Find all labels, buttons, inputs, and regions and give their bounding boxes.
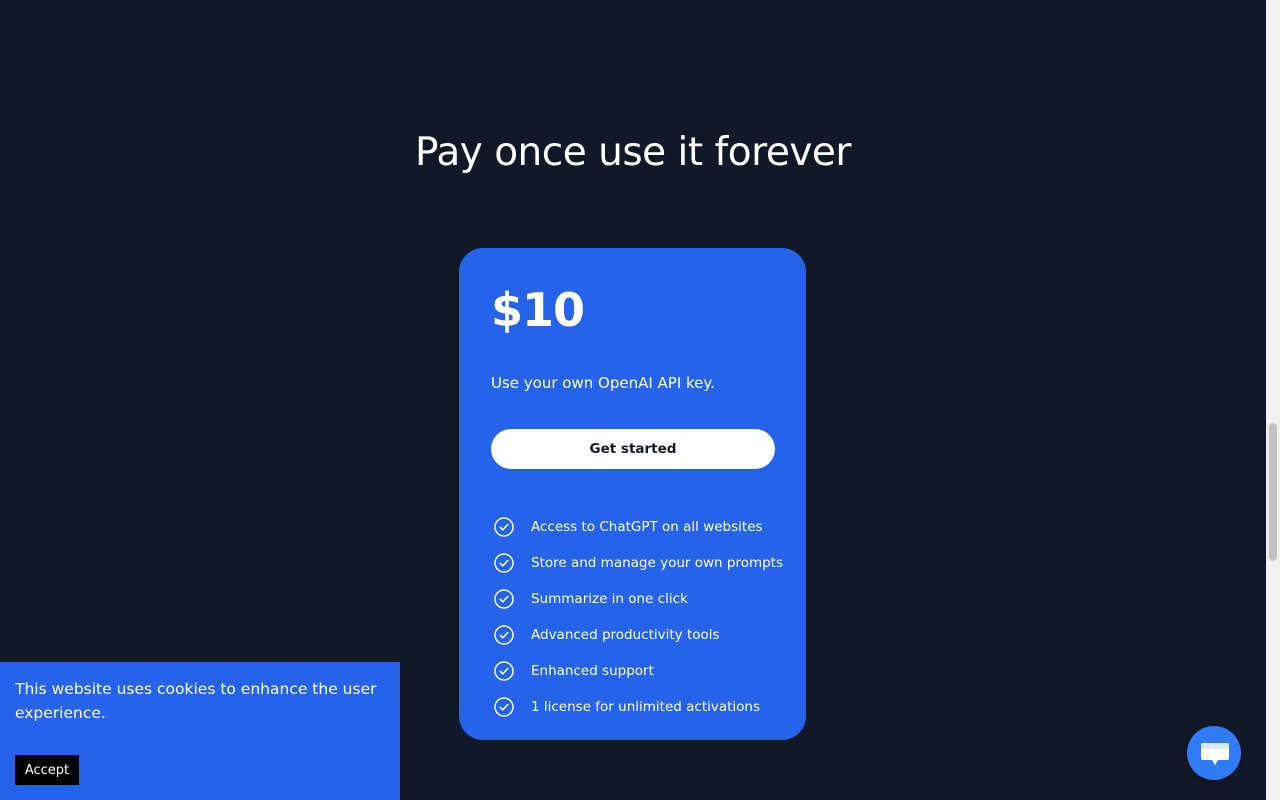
plan-description: Use your own OpenAI API key. — [491, 374, 715, 392]
page-title: Pay once use it forever — [415, 130, 851, 175]
check-circle-icon — [494, 697, 514, 717]
feature-item: Summarize in one click — [491, 581, 774, 617]
feature-label: Access to ChatGPT on all websites — [531, 519, 763, 535]
scrollbar-thumb[interactable] — [1269, 423, 1277, 561]
check-circle-icon — [494, 589, 514, 609]
feature-item: Store and manage your own prompts — [491, 545, 783, 581]
cookie-message: This website uses cookies to enhance the… — [15, 680, 377, 722]
pricing-card: $10 Use your own OpenAI API key. Get sta… — [459, 248, 806, 740]
feature-item: Advanced productivity tools — [491, 617, 774, 653]
feature-item: Access to ChatGPT on all websites — [491, 509, 774, 545]
feature-item: Enhanced support — [491, 653, 774, 689]
check-circle-icon — [494, 661, 514, 681]
accept-cookies-button[interactable]: Accept — [15, 755, 79, 785]
feature-label: Summarize in one click — [531, 591, 688, 607]
check-circle-icon — [494, 625, 514, 645]
chat-bubble-icon — [1201, 743, 1229, 765]
feature-label: Advanced productivity tools — [531, 627, 720, 643]
page: Pay once use it forever $10 Use your own… — [0, 0, 1266, 800]
feature-label: 1 license for unlimited activations — [531, 699, 761, 715]
feature-label: Store and manage your own prompts — [531, 555, 784, 571]
feature-item: 1 license for unlimited activations — [491, 689, 774, 725]
chat-launcher-button[interactable] — [1187, 726, 1241, 780]
cookie-banner: This website uses cookies to enhance the… — [0, 662, 400, 800]
check-circle-icon — [494, 517, 514, 537]
scrollbar[interactable] — [1266, 0, 1280, 800]
feature-label: Enhanced support — [531, 663, 654, 679]
price: $10 — [491, 283, 585, 337]
check-circle-icon — [494, 553, 514, 573]
get-started-button[interactable]: Get started — [491, 429, 775, 469]
feature-list: Access to ChatGPT on all websites Store … — [491, 509, 783, 725]
